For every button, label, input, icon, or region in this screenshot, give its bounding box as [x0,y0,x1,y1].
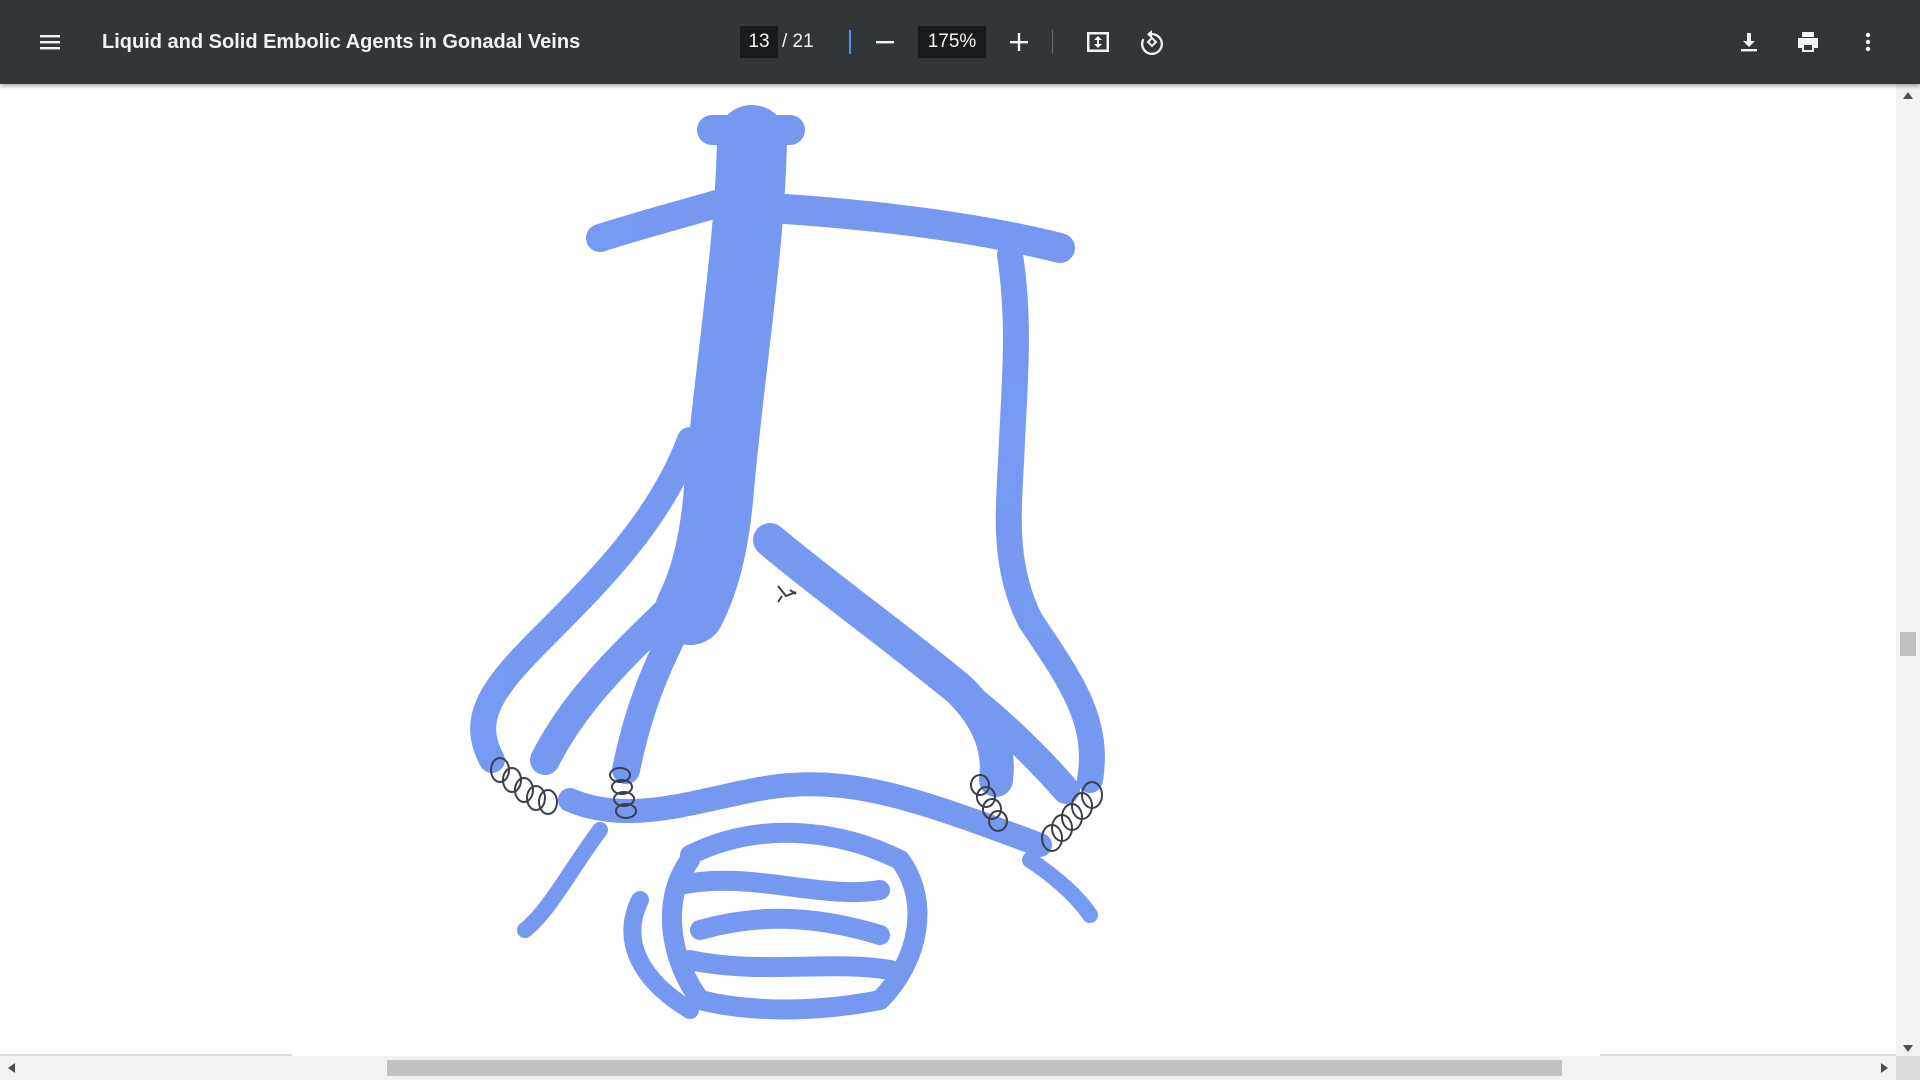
zoom-out-button[interactable] [861,18,909,66]
print-button[interactable] [1784,18,1832,66]
minus-icon [876,41,894,44]
more-options-button[interactable] [1844,18,1892,66]
document-title: Liquid and Solid Embolic Agents in Gonad… [102,31,581,53]
zoom-in-button[interactable] [995,18,1043,66]
rotate-counterclockwise-icon [1140,30,1163,55]
print-icon [1798,32,1818,52]
small-plug-marker [777,585,797,603]
scroll-left-arrow-icon[interactable] [8,1063,15,1073]
pdf-toolbar: Liquid and Solid Embolic Agents in Gonad… [0,0,1920,84]
fit-to-page-icon [1087,32,1109,52]
download-button[interactable] [1725,18,1773,66]
gonadal-vein-illustration [470,105,1105,1020]
fit-to-page-button[interactable] [1074,18,1122,66]
plus-icon [1010,33,1028,51]
download-icon [1741,33,1757,52]
rotate-button[interactable] [1128,18,1176,66]
zoom-level-input[interactable]: 175% [918,26,986,58]
page-total: / 21 [782,31,814,52]
vertical-scroll-thumb[interactable] [1900,632,1916,656]
scroll-down-arrow-icon[interactable] [1903,1045,1913,1052]
scroll-up-arrow-icon[interactable] [1903,92,1913,99]
hamburger-menu-icon [40,35,60,50]
toolbar-divider [1052,30,1053,54]
more-vertical-icon [1865,32,1871,52]
pdf-page-viewport[interactable] [0,84,1896,1056]
scroll-right-arrow-icon[interactable] [1881,1063,1888,1073]
current-page-input[interactable]: 13 [740,26,778,58]
horizontal-scroll-thumb[interactable] [387,1060,1562,1076]
scrollbar-corner [1896,1056,1920,1080]
menu-button[interactable] [26,18,74,66]
toolbar-divider [849,30,851,54]
horizontal-scrollbar[interactable] [0,1056,1896,1080]
vertical-scrollbar[interactable] [1896,84,1920,1056]
